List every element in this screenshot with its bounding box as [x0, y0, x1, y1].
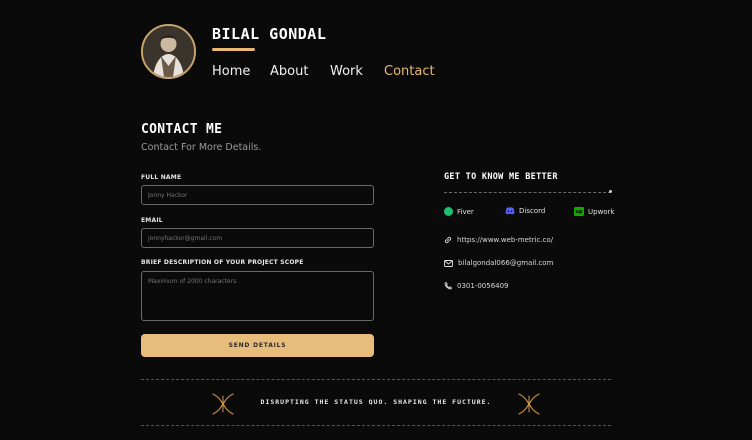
upwork-icon: up: [574, 207, 584, 216]
phone-text[interactable]: 0301-0056409: [457, 282, 509, 290]
side-divider-dot: [609, 190, 612, 193]
email-input[interactable]: [141, 228, 374, 248]
contact-subtitle: Contact For More Details.: [141, 142, 262, 153]
send-details-button[interactable]: SEND DETAILS: [141, 334, 374, 357]
side-title: GET TO KNOW ME BETTER: [444, 172, 558, 182]
link-icon: [444, 236, 452, 244]
discord-icon: [505, 207, 515, 215]
nav-about[interactable]: About: [270, 64, 308, 79]
website-row[interactable]: https://www.web-metric.co/: [444, 236, 553, 244]
nav-home[interactable]: Home: [212, 64, 250, 79]
footer-divider-bottom: [141, 425, 611, 426]
email-text[interactable]: bilalgondal066@gmail.com: [458, 259, 553, 267]
nav-work[interactable]: Work: [330, 64, 363, 79]
mail-icon: [444, 259, 453, 267]
full-name-label: FULL NAME: [141, 174, 182, 181]
website-link[interactable]: https://www.web-metric.co/: [457, 236, 553, 244]
side-divider: [444, 192, 611, 193]
name-underline: [212, 48, 255, 51]
email-row[interactable]: bilalgondal066@gmail.com: [444, 259, 553, 267]
contact-title: CONTACT ME: [141, 122, 223, 137]
email-label: EMAIL: [141, 217, 163, 224]
description-textarea[interactable]: [141, 271, 374, 321]
social-upwork[interactable]: up Upwork: [574, 207, 615, 216]
social-upwork-label: Upwork: [588, 207, 615, 216]
full-name-input[interactable]: [141, 185, 374, 205]
emblem-icon-left: [211, 393, 235, 419]
site-name: BILAL GONDAL: [212, 25, 327, 43]
footer-divider-top: [141, 379, 611, 380]
fiverr-icon: [444, 207, 453, 216]
footer-motto: DISRUPTING THE STATUS QUO. SHAPING THE F…: [260, 398, 492, 406]
social-discord[interactable]: Discord: [505, 207, 545, 215]
avatar: [141, 24, 196, 79]
description-label: BRIEF DESCRIPTION OF YOUR PROJECT SCOPE: [141, 259, 304, 266]
social-discord-label: Discord: [519, 207, 546, 215]
phone-icon: [444, 282, 452, 290]
nav-contact[interactable]: Contact: [384, 64, 435, 79]
emblem-icon-right: [517, 393, 541, 419]
social-fiverr-label: Fiver: [457, 207, 474, 216]
social-fiverr[interactable]: Fiver: [444, 207, 474, 216]
phone-row[interactable]: 0301-0056409: [444, 282, 509, 290]
